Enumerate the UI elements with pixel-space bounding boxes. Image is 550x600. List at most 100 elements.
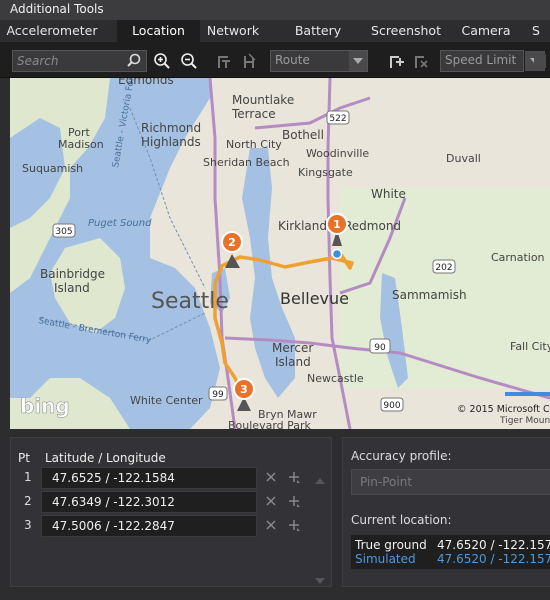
window-title-bar: Additional Tools bbox=[0, 0, 550, 20]
svg-text:99: 99 bbox=[212, 390, 224, 400]
location-info-panel: Accuracy profile: Pin-Point Current loca… bbox=[342, 437, 550, 587]
point-number: 3 bbox=[24, 518, 32, 532]
place-label: Bainbridge bbox=[40, 267, 105, 281]
route-dropdown[interactable]: Route bbox=[270, 50, 368, 72]
insert-point-icon[interactable] bbox=[287, 470, 301, 487]
place-label-bellevue: Bellevue bbox=[280, 289, 349, 308]
place-label: Richmond bbox=[141, 121, 201, 135]
svg-text:3: 3 bbox=[240, 383, 248, 396]
svg-text:90: 90 bbox=[374, 343, 386, 353]
zoom-in-icon[interactable] bbox=[152, 52, 172, 70]
scroll-down-icon bbox=[315, 578, 325, 584]
place-label: Highlands bbox=[141, 135, 201, 149]
place-label: Suquamish bbox=[22, 162, 83, 175]
simulated-label: Simulated bbox=[355, 552, 416, 566]
chevron-down-icon bbox=[349, 51, 367, 71]
delete-icon[interactable] bbox=[265, 495, 277, 510]
map-search-box bbox=[12, 50, 147, 72]
delete-icon[interactable] bbox=[265, 471, 277, 486]
speed-limit-dropdown[interactable]: Speed Limit bbox=[440, 50, 545, 72]
map-copyright: © 2015 Microsoft Co bbox=[457, 404, 550, 415]
search-input[interactable] bbox=[13, 51, 123, 71]
point-row: 3 47.5006 / -122.2847 bbox=[11, 515, 333, 537]
scroll-up-icon bbox=[315, 478, 325, 484]
current-location-dot bbox=[331, 248, 343, 260]
map-view[interactable]: Edmonds Mountlake Terrace Bothell Port M… bbox=[10, 78, 550, 429]
place-label: North City bbox=[226, 138, 282, 151]
search-icon[interactable] bbox=[126, 53, 142, 72]
tab-screenshot[interactable]: Screenshot bbox=[362, 20, 450, 42]
place-label: Island bbox=[54, 281, 90, 295]
accuracy-profile-label: Accuracy profile: bbox=[351, 449, 452, 463]
place-label: Madison bbox=[58, 138, 104, 151]
highway-shield: 90 bbox=[369, 338, 391, 354]
window-title: Additional Tools bbox=[10, 2, 104, 16]
place-label: White bbox=[371, 187, 406, 201]
simulated-value: 47.6520 / -122.1575 bbox=[437, 552, 550, 566]
insert-point-icon[interactable] bbox=[287, 518, 301, 535]
highway-shield: 99 bbox=[208, 386, 228, 401]
tab-battery[interactable]: Battery bbox=[274, 20, 362, 42]
highway-shield: 305 bbox=[52, 223, 76, 238]
tab-strip: Accelerometer Location Network Battery S… bbox=[0, 20, 550, 42]
remove-route-icon[interactable] bbox=[411, 52, 431, 70]
scale-bar bbox=[505, 392, 550, 396]
point-number: 1 bbox=[24, 470, 32, 484]
place-label-seattle: Seattle bbox=[151, 289, 229, 314]
place-label: Boulevard Park bbox=[228, 419, 312, 429]
true-ground-value: 47.6520 / -122.1575 bbox=[437, 538, 550, 552]
place-label: Duvall bbox=[446, 152, 481, 165]
true-ground-label: True ground bbox=[355, 538, 427, 552]
speed-limit-label: Speed Limit bbox=[445, 53, 517, 67]
insert-point-icon[interactable] bbox=[287, 494, 301, 511]
svg-text:522: 522 bbox=[329, 114, 346, 124]
accuracy-profile-value: Pin-Point bbox=[360, 475, 413, 489]
bottom-panel: Pt Latitude / Longitude 1 47.6525 / -122… bbox=[0, 429, 550, 600]
place-label: Woodinville bbox=[306, 147, 369, 160]
add-route-point-icon[interactable] bbox=[386, 52, 406, 70]
place-label: Mercer bbox=[272, 341, 313, 355]
clear-pins-icon[interactable] bbox=[240, 52, 260, 70]
place-label: Fall City bbox=[510, 340, 550, 353]
point-row: 1 47.6525 / -122.1584 bbox=[11, 467, 333, 489]
point-coordinate-field[interactable]: 47.6349 / -122.3012 bbox=[41, 491, 257, 513]
place-label: Carnation bbox=[491, 251, 545, 264]
place-label: Terrace bbox=[231, 107, 276, 121]
point-number: 2 bbox=[24, 494, 32, 508]
points-scrollbar[interactable] bbox=[311, 478, 329, 586]
place-label: Island bbox=[275, 355, 311, 369]
place-label: Sammamish bbox=[392, 288, 467, 302]
bing-logo: bing bbox=[20, 394, 70, 418]
current-location-box: True ground 47.6520 / -122.1575 Simulate… bbox=[351, 535, 550, 569]
svg-text:202: 202 bbox=[435, 263, 452, 273]
highway-shield: 522 bbox=[326, 110, 350, 125]
place-label: Newcastle bbox=[307, 372, 364, 385]
pin-mode-icon[interactable] bbox=[214, 52, 234, 70]
place-label: Tiger Mountain bbox=[499, 416, 550, 426]
place-label: Bothell bbox=[282, 128, 324, 142]
point-coordinate-field[interactable]: 47.5006 / -122.2847 bbox=[41, 515, 257, 537]
place-label: Kingsgate bbox=[298, 166, 353, 179]
column-header-pt: Pt bbox=[18, 451, 30, 465]
svg-text:2: 2 bbox=[228, 236, 236, 249]
play-icon[interactable] bbox=[530, 52, 550, 70]
delete-icon[interactable] bbox=[265, 519, 277, 534]
tab-camera[interactable]: Camera bbox=[450, 20, 522, 42]
tab-sensors[interactable]: S bbox=[522, 20, 550, 42]
place-label: Redmond bbox=[344, 219, 401, 233]
zoom-out-icon[interactable] bbox=[179, 52, 199, 70]
point-coordinate-field[interactable]: 47.6525 / -122.1584 bbox=[41, 467, 257, 489]
tab-network[interactable]: Network bbox=[200, 20, 266, 42]
current-location-label: Current location: bbox=[351, 513, 452, 527]
tab-location[interactable]: Location bbox=[117, 20, 200, 42]
accuracy-profile-dropdown[interactable]: Pin-Point bbox=[351, 469, 550, 495]
map-canvas[interactable]: Edmonds Mountlake Terrace Bothell Port M… bbox=[10, 78, 550, 429]
place-label: Puget Sound bbox=[88, 218, 152, 229]
tab-accelerometer[interactable]: Accelerometer bbox=[0, 20, 104, 42]
svg-text:305: 305 bbox=[55, 227, 72, 237]
place-label: Mountlake bbox=[232, 93, 294, 107]
place-label: White Center bbox=[130, 394, 203, 407]
place-label: Kirkland bbox=[278, 219, 327, 233]
svg-text:900: 900 bbox=[383, 401, 400, 411]
highway-shield: 202 bbox=[432, 259, 456, 274]
